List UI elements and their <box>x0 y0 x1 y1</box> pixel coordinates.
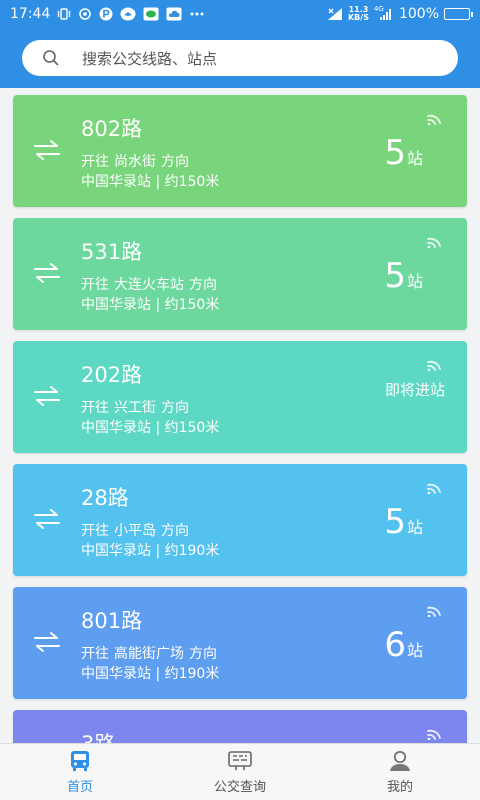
swap-direction-icon[interactable] <box>33 139 61 161</box>
stops-count: 6 <box>384 625 406 665</box>
stops-away: 5站 <box>384 256 423 296</box>
direction-prefix: 开往 <box>81 277 109 293</box>
nav-bus-query-label: 公交查询 <box>213 779 266 795</box>
nav-home-label: 首页 <box>66 779 93 795</box>
stops-away: 5站 <box>384 502 423 542</box>
stop-info: 中国华录站 | 约150米 <box>81 420 220 436</box>
realtime-signal-icon <box>427 114 441 125</box>
stops-count: 5 <box>384 502 406 542</box>
route-name: 531路 <box>81 240 143 264</box>
stops-unit: 站 <box>406 518 423 537</box>
network-speed: 11.3 KB/S <box>348 6 369 22</box>
bottom-nav: 首页 公交查询 我的 <box>0 743 480 800</box>
realtime-signal-icon <box>427 360 441 371</box>
stops-unit: 站 <box>406 272 423 291</box>
route-name: 28路 <box>81 486 129 510</box>
direction-suffix: 方向 <box>189 277 217 293</box>
net-speed-unit: KB/S <box>347 13 369 22</box>
stops-away: 5站 <box>384 133 423 173</box>
cellular-signal-icon: 4G <box>373 5 394 21</box>
direction-suffix: 方向 <box>161 523 189 539</box>
direction-suffix: 方向 <box>161 400 189 416</box>
route-list[interactable]: 802路 开往 尚水街 方向 中国华录站 | 约150米 5 站 531路 开往 大连火车站 方向中… <box>0 88 480 743</box>
route-name: 802路 <box>81 117 143 141</box>
user-icon <box>390 750 410 771</box>
swap-direction-icon[interactable] <box>33 262 61 284</box>
destination: 尚水街 <box>114 154 156 170</box>
route-card[interactable]: 28路开往 小平岛 方向中国华录站 | 约190米 5 站 <box>13 464 467 576</box>
route-card[interactable]: 531路开往 大连火车站 方向中国华录站 | 约150米 5 站 <box>13 218 467 330</box>
direction-prefix: 开往 <box>81 646 109 662</box>
direction-prefix: 开往 <box>81 154 109 170</box>
nav-mine[interactable]: 我的 <box>320 744 480 800</box>
header: 搜索公交线路、站点 <box>0 28 480 88</box>
stops-count: 5 <box>384 256 406 296</box>
more-notifications-icon <box>189 7 205 21</box>
stop-info: 中国华录站 | 约150米 <box>81 174 220 190</box>
route-card[interactable]: 202路开往 兴工街 方向中国华录站 | 约150米 即将进站 <box>13 341 467 453</box>
direction-suffix: 方向 <box>161 154 189 170</box>
search-icon <box>42 49 60 67</box>
battery-percent: 100% <box>398 6 439 22</box>
signal-x-icon <box>327 7 343 21</box>
nav-home[interactable]: 首页 <box>0 744 160 800</box>
nav-mine-label: 我的 <box>386 779 413 795</box>
battery-icon <box>444 8 473 20</box>
route-direction: 开往 高能街广场 方向 <box>81 643 217 663</box>
direction-suffix: 方向 <box>189 646 217 662</box>
status-time: 17:44 <box>10 6 51 22</box>
location-icon <box>78 7 92 21</box>
stop-info: 中国华录站 | 约150米 <box>81 297 220 313</box>
search-placeholder: 搜索公交线路、站点 <box>82 49 218 68</box>
stops-unit: 站 <box>406 641 423 660</box>
destination: 大连火车站 <box>114 277 184 293</box>
swap-direction-icon[interactable] <box>33 508 61 530</box>
swap-direction-icon[interactable] <box>33 631 61 653</box>
swap-direction-icon[interactable] <box>33 385 61 407</box>
route-direction: 开往 小平岛 方向 <box>81 520 189 540</box>
network-type: 4G <box>373 5 384 13</box>
route-card[interactable]: 3路 <box>13 710 467 743</box>
destination: 小平岛 <box>114 523 156 539</box>
stops-away: 6站 <box>384 625 423 665</box>
bus-icon <box>71 750 89 771</box>
message-app-icon <box>143 7 159 21</box>
destination: 兴工街 <box>114 400 156 416</box>
route-direction: 开往 兴工街 方向 <box>81 397 189 417</box>
bird-app-icon <box>120 7 136 21</box>
route-direction: 开往 大连火车站 方向 <box>81 274 217 294</box>
search-input[interactable]: 搜索公交线路、站点 <box>22 40 458 76</box>
direction-prefix: 开往 <box>81 400 109 416</box>
realtime-signal-icon <box>427 729 441 740</box>
stop-info: 中国华录站 | 约190米 <box>81 543 220 559</box>
arrival-status: 即将进站 <box>384 381 445 399</box>
weather-app-icon <box>166 7 182 21</box>
status-bar: 17:44 11.3 KB/S 4G 100% <box>0 0 480 28</box>
route-name: 3路 <box>81 728 115 743</box>
p-app-icon <box>99 7 113 21</box>
direction-prefix: 开往 <box>81 523 109 539</box>
stops-unit: 站 <box>406 149 423 168</box>
realtime-signal-icon <box>427 606 441 617</box>
stops-count: 5 <box>384 133 406 173</box>
route-name: 202路 <box>81 363 143 387</box>
route-direction: 开往 尚水街 方向 <box>81 151 189 171</box>
route-name: 801路 <box>81 609 143 633</box>
route-card[interactable]: 801路开往 高能街广场 方向中国华录站 | 约190米 6 站 <box>13 587 467 699</box>
nav-bus-query[interactable]: 公交查询 <box>160 744 320 800</box>
vibrate-icon <box>57 7 71 21</box>
bus-board-icon <box>228 750 252 770</box>
stop-info: 中国华录站 | 约190米 <box>81 666 220 682</box>
route-card[interactable]: 802路开往 尚水街 方向中国华录站 | 约150米 5 站 <box>13 95 467 207</box>
destination: 高能街广场 <box>114 646 184 662</box>
realtime-signal-icon <box>427 237 441 248</box>
realtime-signal-icon <box>427 483 441 494</box>
